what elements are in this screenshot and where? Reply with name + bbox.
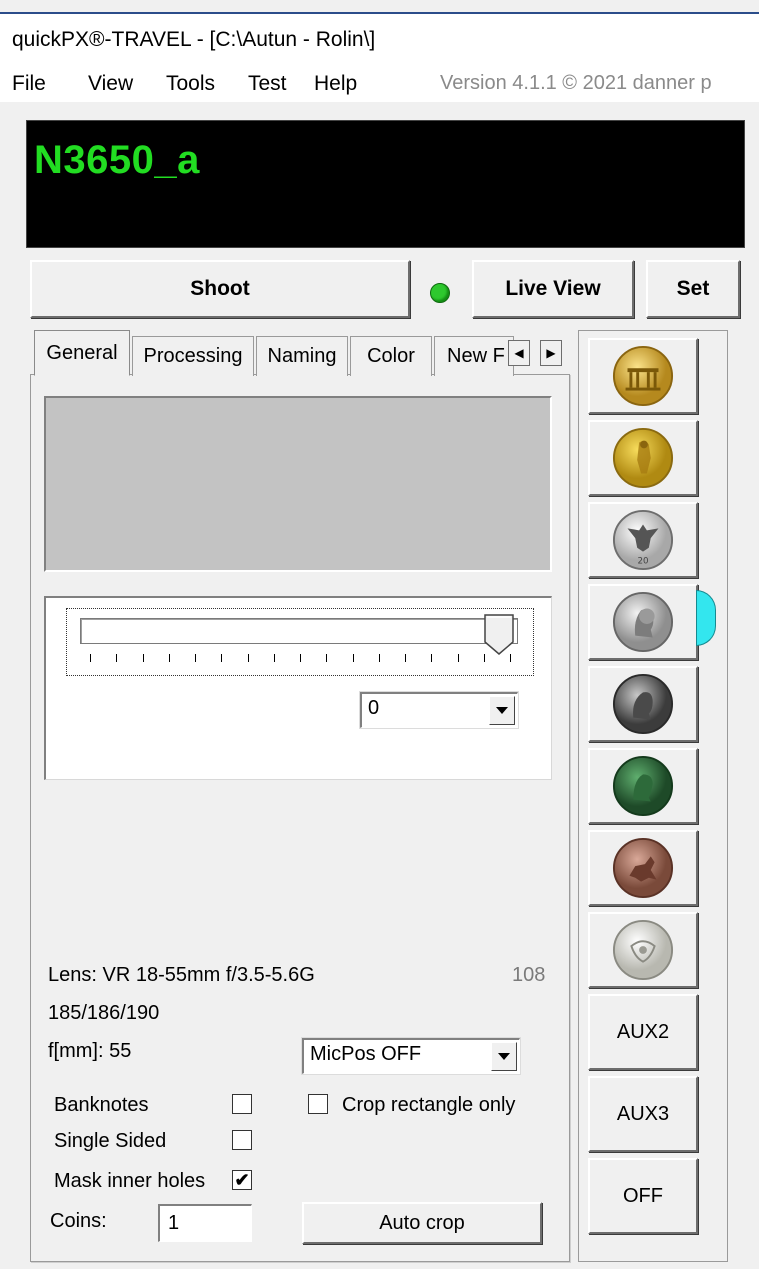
slider-tick xyxy=(168,654,170,662)
svg-text:20: 20 xyxy=(637,556,648,566)
slider-tick xyxy=(247,654,249,662)
status-led-icon xyxy=(430,283,450,303)
coin-silver-portrait-icon xyxy=(612,591,674,653)
slider-tick xyxy=(483,654,485,662)
aux2-button[interactable]: AUX2 xyxy=(588,994,698,1070)
slider-tick xyxy=(378,654,380,662)
shoot-button[interactable]: Shoot xyxy=(30,260,410,318)
single-sided-checkbox[interactable] xyxy=(232,1130,252,1150)
version-label: Version 4.1.1 © 2021 danner p xyxy=(440,72,712,94)
slider-tick xyxy=(273,654,275,662)
window-title: quickPX®-TRAVEL - [C:\Autun - Rolin\] xyxy=(12,28,376,51)
set-button[interactable]: Set xyxy=(646,260,740,318)
slider-value-select[interactable]: 0 xyxy=(360,692,518,728)
coin-copper-horseman-icon xyxy=(612,837,674,899)
auto-crop-button[interactable]: Auto crop xyxy=(302,1202,542,1244)
ratios-info: 185/186/190 xyxy=(48,1002,160,1024)
menu-file[interactable]: File xyxy=(12,72,46,96)
slider-tick xyxy=(352,654,354,662)
banknotes-checkbox[interactable] xyxy=(232,1094,252,1114)
coin-preset-button-8[interactable] xyxy=(588,912,698,988)
coin-preset-button-5[interactable] xyxy=(588,666,698,742)
banknotes-label: Banknotes xyxy=(54,1094,149,1116)
shot-count: 108 xyxy=(512,964,546,986)
slider-tick xyxy=(326,654,328,662)
micpos-select-value: MicPos OFF xyxy=(310,1043,422,1065)
coin-preset-button-1[interactable] xyxy=(588,338,698,414)
crop-rectangle-label: Crop rectangle only xyxy=(342,1094,516,1116)
tab-scroll-right-icon[interactable]: ▶ xyxy=(540,340,562,366)
coin-dark-silver-portrait-icon xyxy=(612,673,674,735)
coins-label: Coins: xyxy=(50,1210,107,1232)
mask-inner-holes-checkbox[interactable]: ✔ xyxy=(232,1170,252,1190)
coin-white-celtic-icon xyxy=(612,919,674,981)
slider-tick xyxy=(300,654,301,662)
coins-input[interactable]: 1 xyxy=(158,1204,252,1242)
tab-scroll-left-icon[interactable]: ◀ xyxy=(508,340,530,366)
coin-preset-button-4[interactable] xyxy=(588,584,698,660)
slider-thumb[interactable] xyxy=(484,614,514,656)
slider-tick xyxy=(195,654,196,662)
mask-inner-holes-label: Mask inner holes xyxy=(54,1170,206,1192)
menu-view[interactable]: View xyxy=(88,72,133,96)
tab-new[interactable]: New F xyxy=(434,336,514,376)
chevron-down-icon[interactable] xyxy=(489,696,515,725)
micpos-select[interactable]: MicPos OFF xyxy=(302,1038,520,1074)
slider-tick xyxy=(431,654,433,662)
crop-rectangle-checkbox[interactable] xyxy=(308,1094,328,1114)
slider-tick xyxy=(510,654,511,662)
chevron-down-icon[interactable] xyxy=(491,1042,517,1071)
tab-general[interactable]: General xyxy=(34,330,130,376)
coin-silver-eagle-20-icon: 20 xyxy=(612,509,674,571)
slider-value-select-value: 0 xyxy=(368,697,380,719)
live-view-button[interactable]: Live View xyxy=(472,260,634,318)
coin-preset-button-7[interactable] xyxy=(588,830,698,906)
coin-green-bronze-portrait-icon xyxy=(612,755,674,817)
coin-gold-ducat-icon xyxy=(612,427,674,489)
slider-tick xyxy=(116,654,118,662)
title-bar-accent xyxy=(0,12,759,14)
tab-processing[interactable]: Processing xyxy=(132,336,254,376)
off-button[interactable]: OFF xyxy=(588,1158,698,1234)
aux3-button[interactable]: AUX3 xyxy=(588,1076,698,1152)
focal-length-info: f[mm]: 55 xyxy=(48,1040,132,1062)
slider-tick xyxy=(457,654,459,662)
coin-preset-button-6[interactable] xyxy=(588,748,698,824)
menu-test[interactable]: Test xyxy=(248,72,287,96)
coin-brandenburg-gold-icon xyxy=(612,345,674,407)
tab-naming[interactable]: Naming xyxy=(256,336,348,376)
slider-tick xyxy=(221,654,223,662)
slider-tick xyxy=(142,654,144,662)
coin-preset-button-2[interactable] xyxy=(588,420,698,496)
coin-preset-button-3[interactable]: 20 xyxy=(588,502,698,578)
filename-display-text: N3650_a xyxy=(34,138,200,182)
slider-tick xyxy=(405,654,406,662)
lens-info: Lens: VR 18-55mm f/3.5-5.6G xyxy=(48,964,315,986)
single-sided-label: Single Sided xyxy=(54,1130,167,1152)
slider-tick xyxy=(90,654,91,662)
menu-tools[interactable]: Tools xyxy=(166,72,215,96)
slider-track[interactable] xyxy=(80,618,518,644)
preview-area xyxy=(44,396,552,572)
menu-help[interactable]: Help xyxy=(314,72,357,96)
tab-color[interactable]: Color xyxy=(350,336,432,376)
